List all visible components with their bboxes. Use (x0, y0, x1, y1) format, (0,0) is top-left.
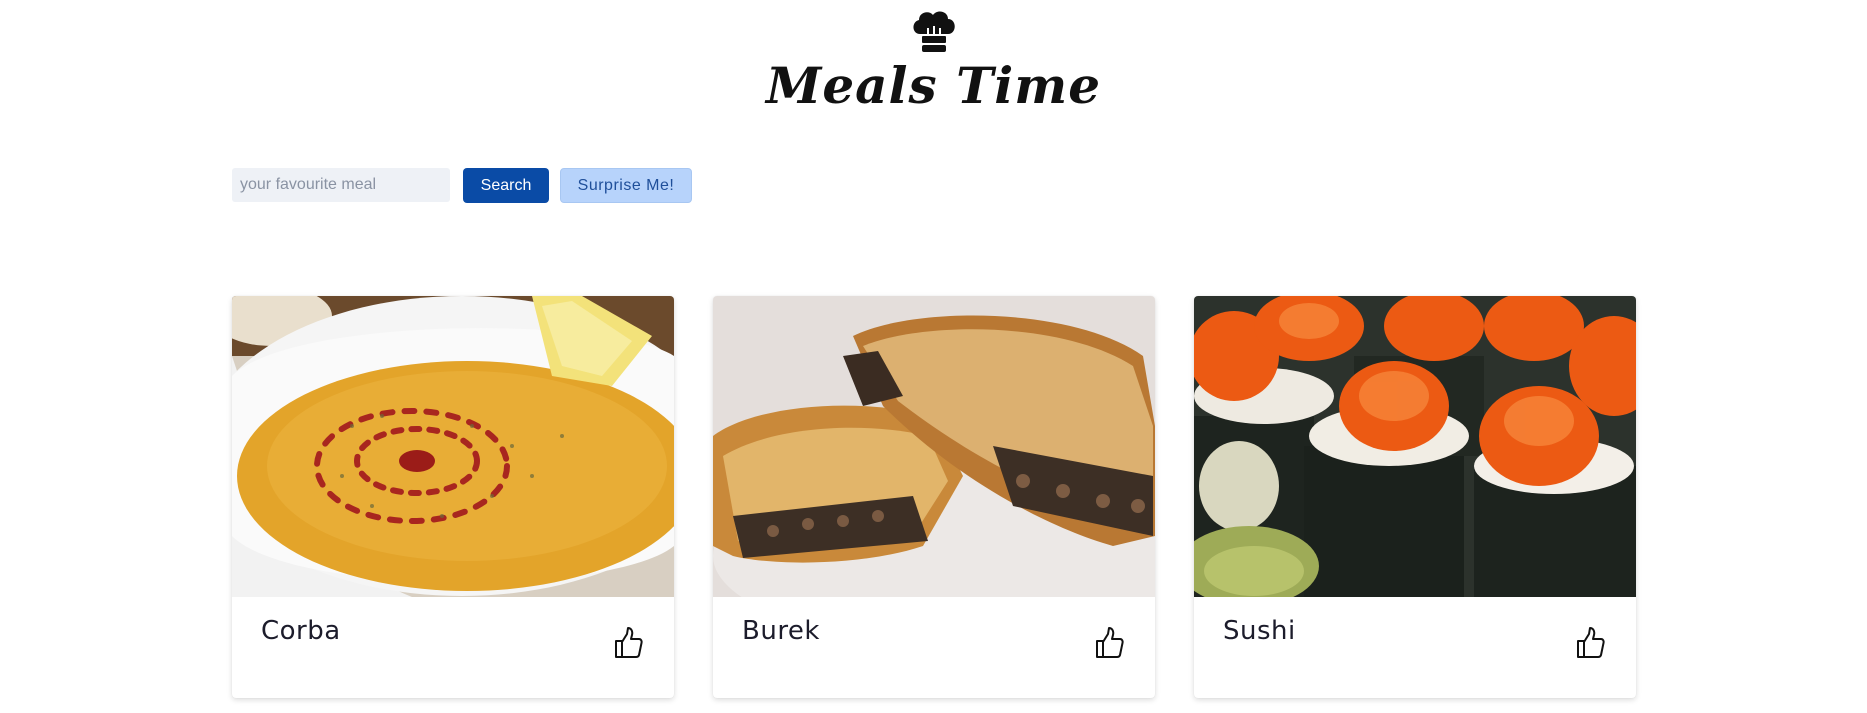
meal-card[interactable]: Sushi (1194, 296, 1636, 698)
thumbs-up-icon[interactable] (612, 626, 644, 660)
meal-image-burek[interactable] (713, 296, 1155, 597)
meals-page: Meals Time Search Surprise Me! (0, 0, 1867, 713)
search-button[interactable]: Search (463, 168, 549, 203)
meal-card[interactable]: Corba (232, 296, 674, 698)
brand-title: Meals Time (765, 56, 1102, 115)
meal-name: Sushi (1223, 616, 1296, 646)
surprise-me-button[interactable]: Surprise Me! (560, 168, 692, 203)
thumbs-up-icon[interactable] (1093, 626, 1125, 660)
meal-image-sushi[interactable] (1194, 296, 1636, 597)
search-input[interactable] (232, 168, 450, 202)
meal-card[interactable]: Burek (713, 296, 1155, 698)
meal-name: Corba (261, 616, 341, 646)
chef-hat-icon (910, 8, 958, 54)
meal-image-corba[interactable] (232, 296, 674, 597)
thumbs-up-icon[interactable] (1574, 626, 1606, 660)
meal-name: Burek (742, 616, 820, 646)
